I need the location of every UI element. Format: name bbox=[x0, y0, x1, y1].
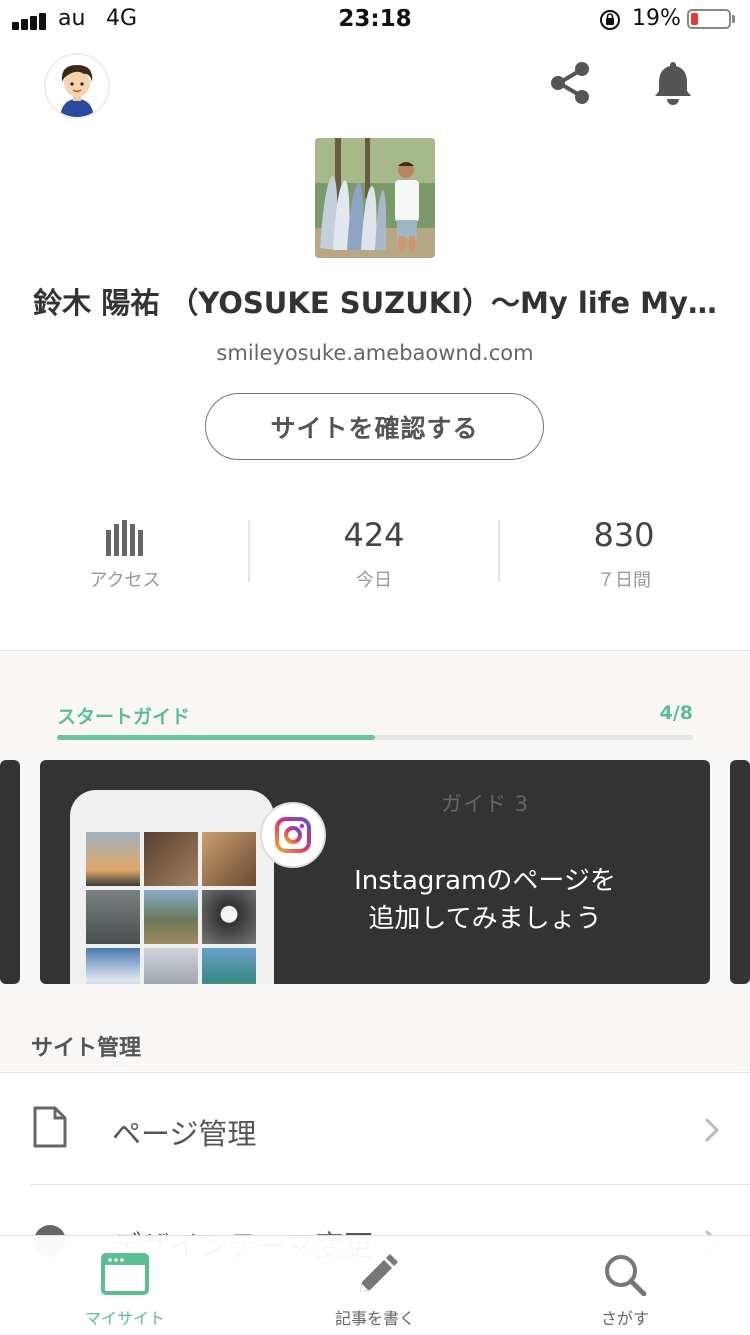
guide-card[interactable]: ガイド 3 Instagramのページを 追加してみましょう bbox=[40, 760, 710, 984]
phone-illustration bbox=[70, 790, 326, 984]
page-management-item[interactable]: ページ管理 bbox=[0, 1073, 750, 1185]
start-guide-progress-fill bbox=[57, 735, 375, 740]
tab-my-site-label: マイサイト bbox=[84, 1309, 165, 1328]
guide-number: ガイド 3 bbox=[440, 792, 530, 816]
status-bar: au 4G 23:18 19% bbox=[0, 0, 750, 42]
tab-search-label: さがす bbox=[600, 1309, 649, 1328]
user-avatar[interactable] bbox=[44, 53, 110, 119]
tab-bar: マイサイト 記事を書く さがす bbox=[0, 1235, 750, 1335]
battery-percent: 19% bbox=[632, 6, 681, 31]
page-management-label: ページ管理 bbox=[112, 1117, 257, 1151]
today-label: 今日 bbox=[356, 570, 392, 591]
guide-description-line2: 追加してみましょう bbox=[368, 904, 602, 934]
chevron-right-icon bbox=[704, 1117, 720, 1143]
start-guide-count: 4/8 bbox=[659, 702, 693, 724]
browser-window-icon bbox=[101, 1253, 149, 1295]
share-icon[interactable] bbox=[548, 60, 594, 106]
battery-icon bbox=[687, 9, 731, 29]
pencil-icon bbox=[360, 1254, 398, 1292]
site-management-heading: サイト管理 bbox=[31, 1036, 142, 1061]
start-guide-label: スタートガイド bbox=[57, 706, 191, 728]
site-title: 鈴木 陽祐 （YOSUKE SUZUKI）〜My life My… bbox=[33, 286, 717, 320]
guide-description-line1: Instagramのページを bbox=[354, 866, 616, 896]
bar-chart-icon bbox=[106, 520, 143, 556]
bell-icon[interactable] bbox=[650, 58, 696, 106]
page-icon bbox=[33, 1106, 67, 1148]
week-label: ７日間 bbox=[597, 570, 651, 591]
guide-description: Instagramのページを 追加してみましょう bbox=[320, 862, 650, 938]
today-count: 424 bbox=[343, 516, 405, 554]
tab-write-article[interactable]: 記事を書く bbox=[250, 1236, 500, 1335]
photo-grid bbox=[86, 832, 258, 984]
next-guide-card[interactable] bbox=[730, 760, 750, 984]
site-thumbnail[interactable] bbox=[315, 138, 435, 258]
tab-my-site[interactable]: マイサイト bbox=[0, 1236, 250, 1335]
rotation-lock-icon bbox=[600, 10, 620, 30]
access-label: アクセス bbox=[89, 570, 161, 591]
battery-tip bbox=[732, 15, 735, 23]
site-management-list: ページ管理 デザインテーマ変更 bbox=[0, 1072, 750, 1263]
tab-write-article-label: 記事を書く bbox=[334, 1309, 415, 1328]
tab-search[interactable]: さがす bbox=[500, 1236, 750, 1335]
previous-guide-card[interactable] bbox=[0, 760, 20, 984]
view-site-button[interactable]: サイトを確認する bbox=[205, 393, 544, 460]
search-icon bbox=[605, 1255, 647, 1296]
instagram-icon bbox=[260, 802, 326, 868]
week-count: 830 bbox=[593, 516, 655, 554]
start-guide-progress bbox=[57, 735, 693, 740]
site-url[interactable]: smileyosuke.amebaownd.com bbox=[0, 341, 750, 365]
